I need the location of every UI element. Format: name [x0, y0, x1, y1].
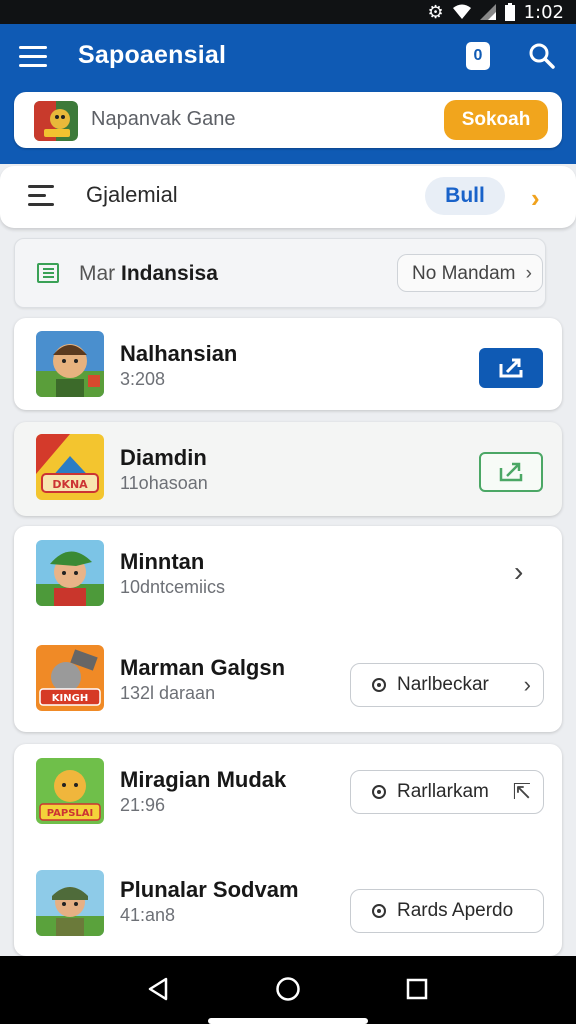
- svg-text:PAPSLAI: PAPSLAI: [47, 808, 94, 819]
- game-meta: 3:208: [120, 369, 166, 389]
- system-nav-bar: [0, 956, 576, 1024]
- action-button[interactable]: Rarllarkam ⇱: [350, 770, 544, 814]
- filter-bar: Gjalemial Bull ›: [0, 166, 576, 228]
- back-icon[interactable]: [146, 976, 170, 1002]
- battery-icon: [504, 3, 515, 21]
- game-icon: [36, 331, 104, 397]
- svg-text:DKNA: DKNA: [52, 478, 88, 491]
- list-item[interactable]: KINGH Marman Galgsn 132l daraan Narlbeck…: [14, 632, 562, 732]
- game-icon: KINGH: [36, 645, 104, 711]
- chevron-right-icon[interactable]: ›: [514, 556, 523, 588]
- section-title-main: Indansisa: [121, 262, 218, 285]
- game-name: Nalhansian: [120, 341, 238, 366]
- gear-icon: [372, 785, 386, 799]
- game-card[interactable]: DKNA Diamdin 11ohasoan: [14, 422, 562, 516]
- action-label: Rards Aperdo: [397, 900, 514, 921]
- recents-icon[interactable]: [406, 978, 428, 1000]
- section-title-prefix: Mar: [79, 262, 121, 285]
- signal-icon: [479, 4, 496, 20]
- status-time: 1:02: [523, 1, 564, 23]
- home-icon[interactable]: [275, 976, 301, 1002]
- app-bar: Sapoaensial 0 Napanvak Gane Sokoah: [0, 24, 576, 164]
- settings-icon: ⚙: [427, 1, 444, 23]
- svg-text:KINGH: KINGH: [52, 693, 88, 704]
- wifi-icon: [452, 4, 471, 19]
- section-header: Mar Indansisa No Mandam ›: [14, 238, 546, 308]
- list-item[interactable]: Minntan 10dntcemiics ›: [14, 526, 562, 626]
- chevron-right-icon: ›: [525, 263, 532, 284]
- download-icon: [499, 358, 523, 378]
- game-icon: [36, 540, 104, 606]
- menu-icon[interactable]: [19, 42, 47, 70]
- game-meta: 21:96: [120, 795, 166, 815]
- game-name: Minntan: [120, 549, 205, 574]
- game-name: Miragian Mudak: [120, 767, 287, 792]
- external-link-icon: ⇱: [512, 779, 531, 804]
- section-title: Mar Indansisa: [79, 262, 218, 286]
- gear-icon: [372, 678, 386, 692]
- action-label: Rarllarkam: [397, 781, 489, 802]
- game-name: Plunalar Sodvam: [120, 877, 299, 902]
- game-icon: [36, 870, 104, 936]
- game-meta: 41:an8: [120, 905, 176, 925]
- sort-icon[interactable]: [28, 185, 54, 212]
- game-meta: 132l daraan: [120, 683, 216, 703]
- search-input[interactable]: Napanvak Gane: [91, 108, 236, 131]
- game-card[interactable]: PAPSLAI Miragian Mudak 21:96 Rarllarkam …: [14, 744, 562, 956]
- counter-icon[interactable]: 0: [466, 42, 490, 70]
- list-item[interactable]: Nalhansian 3:208: [14, 318, 562, 418]
- list-item[interactable]: PAPSLAI Miragian Mudak 21:96 Rarllarkam …: [14, 744, 562, 844]
- action-button[interactable]: Rards Aperdo: [350, 889, 544, 933]
- gear-icon: [372, 904, 386, 918]
- game-card[interactable]: Nalhansian 3:208: [14, 318, 562, 410]
- filter-chip[interactable]: Bull: [425, 177, 505, 215]
- search-icon[interactable]: [528, 42, 556, 70]
- download-icon: [499, 462, 523, 482]
- game-name: Marman Galgsn: [120, 655, 286, 680]
- status-bar: ⚙ 1:02: [0, 0, 576, 24]
- download-button[interactable]: [479, 452, 543, 492]
- game-icon: PAPSLAI: [36, 758, 104, 824]
- search-box[interactable]: Napanvak Gane Sokoah: [14, 92, 562, 148]
- game-thumbnail: [34, 101, 78, 141]
- action-label: Narlbeckar: [397, 674, 489, 695]
- action-button[interactable]: Narlbeckar ›: [350, 663, 544, 707]
- app-title: Sapoaensial: [78, 41, 227, 69]
- search-button[interactable]: Sokoah: [444, 100, 548, 140]
- section-more-button[interactable]: No Mandam ›: [397, 254, 543, 292]
- download-button[interactable]: [479, 348, 543, 388]
- game-meta: 11ohasoan: [120, 473, 208, 493]
- game-icon: DKNA: [36, 434, 104, 500]
- chevron-right-icon[interactable]: ›: [531, 183, 540, 214]
- list-item[interactable]: DKNA Diamdin 11ohasoan: [14, 422, 562, 522]
- list-icon: [37, 263, 59, 283]
- game-name: Diamdin: [120, 445, 207, 470]
- filter-title: Gjalemial: [86, 182, 178, 207]
- section-button-label: No Mandam: [412, 263, 516, 284]
- game-card[interactable]: Minntan 10dntcemiics › KINGH Marman Galg…: [14, 526, 562, 732]
- list-item[interactable]: Plunalar Sodvam 41:an8 Rards Aperdo: [14, 854, 562, 954]
- gesture-handle[interactable]: [208, 1018, 368, 1024]
- chevron-right-icon: ›: [523, 672, 531, 697]
- game-meta: 10dntcemiics: [120, 577, 226, 597]
